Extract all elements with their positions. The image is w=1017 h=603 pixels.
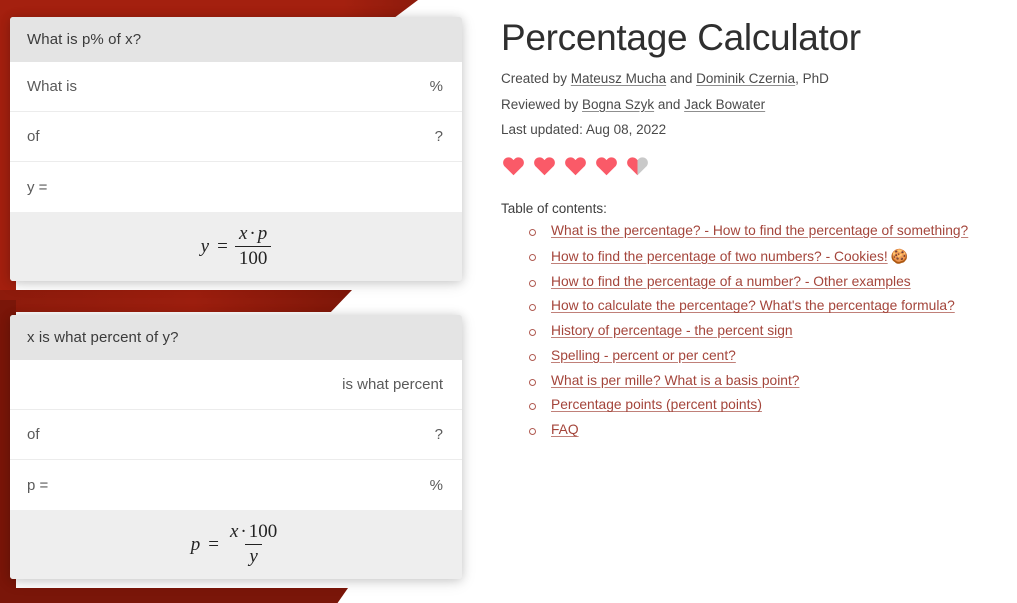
heart-icon-4-full[interactable] (594, 154, 619, 178)
list-item: What is the percentage? - How to find th… (529, 222, 1017, 241)
toc-link-1[interactable]: What is the percentage? - How to find th… (551, 223, 968, 238)
calculator-row-of[interactable]: of ? (10, 112, 462, 162)
reviewed-by-prefix: Reviewed by (501, 96, 583, 112)
reviewer-link-bogna-szyk[interactable]: Bogna Szyk (582, 97, 654, 112)
denominator-term: 100 (238, 248, 268, 269)
list-item: History of percentage - the percent sign (529, 322, 1017, 341)
formula-denominator: 100 (234, 246, 272, 270)
list-item: FAQ (529, 421, 1017, 440)
page-root: What is p% of x? What is % of ? y = y = (0, 0, 1017, 603)
toc-link-3[interactable]: How to find the percentage of a number? … (551, 274, 911, 289)
toc-heading: Table of contents: (501, 201, 607, 217)
formula-denominator: y (245, 544, 262, 568)
row-unit-percent: % (429, 78, 443, 95)
table-of-contents: What is the percentage? - How to find th… (501, 222, 1017, 440)
row-label: of (27, 128, 40, 145)
formula-lhs: p (190, 534, 201, 555)
heart-icon-5-half[interactable] (625, 154, 650, 178)
reviewed-by-conjunction: and (654, 96, 685, 112)
rating-hearts[interactable] (501, 153, 1017, 179)
page-title: Percentage Calculator (501, 17, 861, 58)
calculator-row-result-y[interactable]: y = (10, 162, 462, 212)
toc-link-2[interactable]: How to find the percentage of two number… (551, 249, 888, 264)
calculator-row-of[interactable]: of ? (10, 410, 462, 460)
created-by-prefix: Created by (501, 70, 571, 86)
numerator-operator: · (240, 521, 247, 543)
row-unit-percent: % (429, 476, 443, 494)
calculator-title: x is what percent of y? (10, 315, 462, 360)
toc-link-7[interactable]: What is per mille? What is a basis point… (551, 373, 799, 388)
formula-numerator: x · p (235, 223, 271, 246)
calculator-title: What is p% of x? (10, 17, 462, 62)
calculator-rows: is what percent of ? p = % (10, 360, 462, 510)
list-item: How to find the percentage of two number… (529, 247, 1017, 267)
formula-equals: = (217, 236, 228, 257)
calculator-card-what-percent: x is what percent of y? is what percent … (10, 315, 462, 579)
brand-stripe-middle (0, 290, 352, 312)
row-label: What is (27, 78, 78, 95)
author-link-mateusz-mucha[interactable]: Mateusz Mucha (571, 71, 666, 86)
created-by-conjunction: and (666, 70, 697, 86)
formula-fraction: x · 100 y (226, 521, 281, 568)
calculator-row-what-is[interactable]: What is % (10, 62, 462, 112)
author-link-dominik-czernia[interactable]: Dominik Czernia (696, 71, 795, 86)
reviewer-link-jack-bowater[interactable]: Jack Bowater (684, 97, 765, 112)
list-item: How to find the percentage of a number? … (529, 273, 1017, 292)
toc-link-8[interactable]: Percentage points (percent points) (551, 397, 762, 412)
heart-icon-2-full[interactable] (532, 154, 557, 178)
calculator-row-result-p[interactable]: p = % (10, 460, 462, 510)
toc-link-9[interactable]: FAQ (551, 422, 579, 437)
formula-lhs: y (200, 236, 210, 257)
calculator-row-is-what-percent[interactable]: is what percent (10, 360, 462, 410)
row-unit-is-what-percent: is what percent (342, 376, 443, 393)
formula-area: p = x · 100 y (10, 510, 462, 579)
calculator-rows: What is % of ? y = (10, 62, 462, 212)
formula-equals: = (208, 534, 219, 555)
list-item: How to calculate the percentage? What's … (529, 297, 1017, 316)
toc-link-4[interactable]: How to calculate the percentage? What's … (551, 298, 955, 313)
row-label: y = (27, 178, 48, 196)
created-by-suffix: , PhD (795, 70, 829, 86)
numerator-term-2: p (257, 223, 268, 245)
formula-y-equals-xp-over-100: y = x · p 100 (201, 223, 272, 270)
row-unit-help[interactable]: ? (435, 426, 443, 443)
formula-area: y = x · p 100 (10, 212, 462, 281)
toc-link-6[interactable]: Spelling - percent or per cent? (551, 348, 736, 363)
formula-fraction: x · p 100 (234, 223, 272, 270)
list-item: Spelling - percent or per cent? (529, 347, 1017, 366)
row-unit-help[interactable]: ? (435, 128, 443, 145)
list-item: What is per mille? What is a basis point… (529, 372, 1017, 391)
created-by-line: Created by Mateusz Mucha and Dominik Cze… (501, 70, 1017, 88)
list-item: Percentage points (percent points) (529, 396, 1017, 415)
row-label: of (27, 426, 40, 443)
calculator-card-percent-of: What is p% of x? What is % of ? y = y = (10, 17, 462, 281)
heart-icon-1-full[interactable] (501, 154, 526, 178)
reviewed-by-line: Reviewed by Bogna Szyk and Jack Bowater (501, 96, 1017, 114)
denominator-term: y (249, 546, 258, 567)
heart-icon-3-full[interactable] (563, 154, 588, 178)
row-label: p = (27, 476, 49, 494)
numerator-operator: · (249, 223, 256, 245)
article-content: Percentage Calculator Created by Mateusz… (501, 0, 1017, 603)
cookie-icon: 🍪 (890, 247, 909, 264)
toc-link-5[interactable]: History of percentage - the percent sign (551, 323, 793, 338)
last-updated: Last updated: Aug 08, 2022 (501, 122, 667, 138)
formula-numerator: x · 100 (226, 521, 281, 544)
formula-p-equals-x100-over-y: p = x · 100 y (191, 521, 281, 568)
brand-stripe-bottom (0, 588, 348, 603)
numerator-term-2: 100 (248, 521, 278, 543)
